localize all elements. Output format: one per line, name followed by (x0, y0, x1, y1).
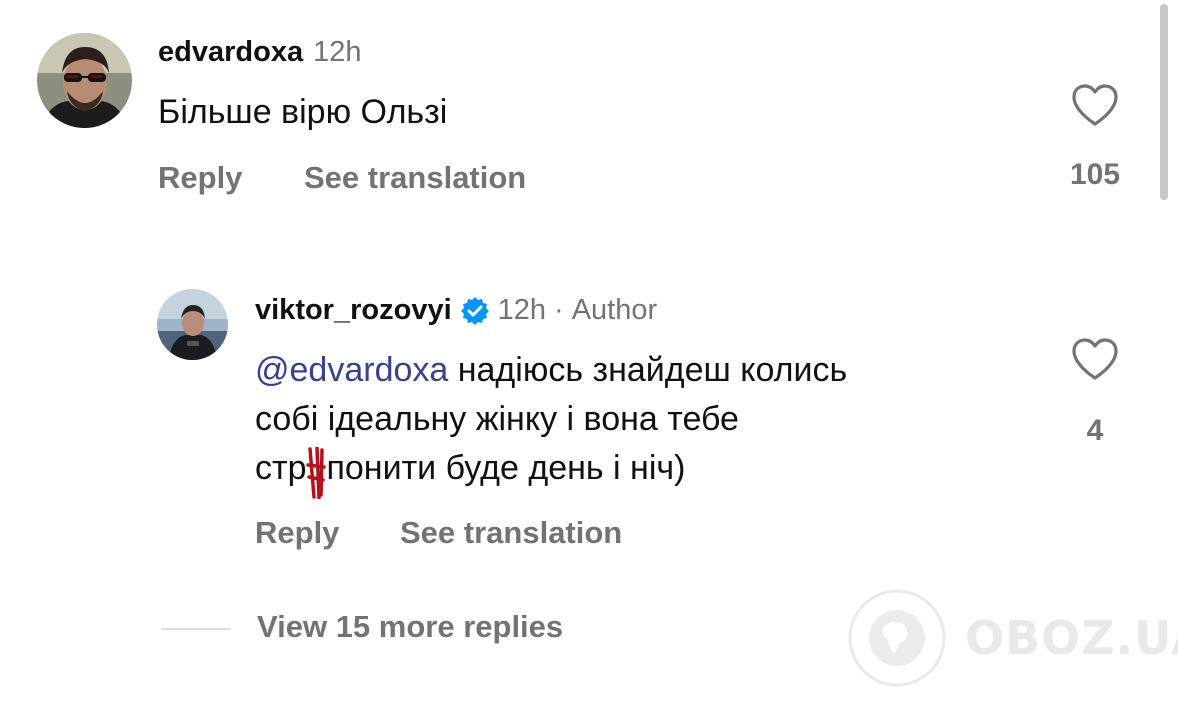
verified-badge-icon (460, 296, 489, 325)
reply-text: @edvardoxa надіюсь знайдеш колись собі і… (255, 346, 1055, 499)
mention-link[interactable]: @edvardoxa (255, 351, 448, 389)
reply-text-line-3: стр понити буде день і ніч) (255, 444, 1055, 499)
reply-like-button[interactable] (1070, 336, 1120, 382)
comment-like-count: 105 (1069, 158, 1121, 191)
reply-see-translation-button[interactable]: See translation (400, 515, 622, 551)
reply-separator: · (554, 294, 564, 326)
scrollbar[interactable] (1160, 4, 1168, 200)
comment-like-button[interactable] (1070, 82, 1120, 128)
reply-text-line-2: собі ідеальну жінку і вона тебе (255, 400, 739, 438)
avatar-edvardoxa[interactable] (37, 33, 132, 128)
author-badge: Author (571, 294, 658, 326)
heart-outline-icon (1072, 338, 1118, 380)
reply-username[interactable]: viktor_rozovyi (255, 294, 452, 327)
reply-text-line-1: @edvardoxa надіюсь знайдеш колись (255, 346, 1055, 395)
comment-username[interactable]: edvardoxa (158, 36, 303, 69)
reply-text-line-3-start: стр (255, 449, 307, 487)
reply-header: viktor_rozovyi 12h · Author (255, 294, 657, 327)
heart-outline-icon (1072, 84, 1118, 126)
comment-timestamp: 12h (313, 36, 362, 68)
view-more-replies-button[interactable]: View 15 more replies (257, 609, 563, 645)
avatar-viktor-rozovyi[interactable] (157, 289, 228, 360)
reply-timestamp: 12h (497, 294, 547, 326)
reply-reply-button[interactable]: Reply (255, 515, 339, 551)
replies-divider (162, 628, 230, 630)
reply-text-line-1-rest: надіюсь знайдеш колись (448, 351, 848, 389)
censor-mark (306, 447, 327, 499)
comment-see-translation-button[interactable]: See translation (304, 160, 526, 196)
reply-like-count: 4 (1086, 414, 1104, 447)
comment-reply-button[interactable]: Reply (158, 160, 242, 196)
watermark-text: OBOZ.UA (965, 611, 1178, 665)
globe-logo-icon (848, 589, 946, 687)
comment-header: edvardoxa 12h (158, 36, 361, 69)
watermark: OBOZ.UA (847, 588, 1178, 688)
comment-text: Більше вірю Ользі (158, 93, 448, 131)
reply-text-line-3-end: понити буде день і ніч) (326, 449, 686, 487)
